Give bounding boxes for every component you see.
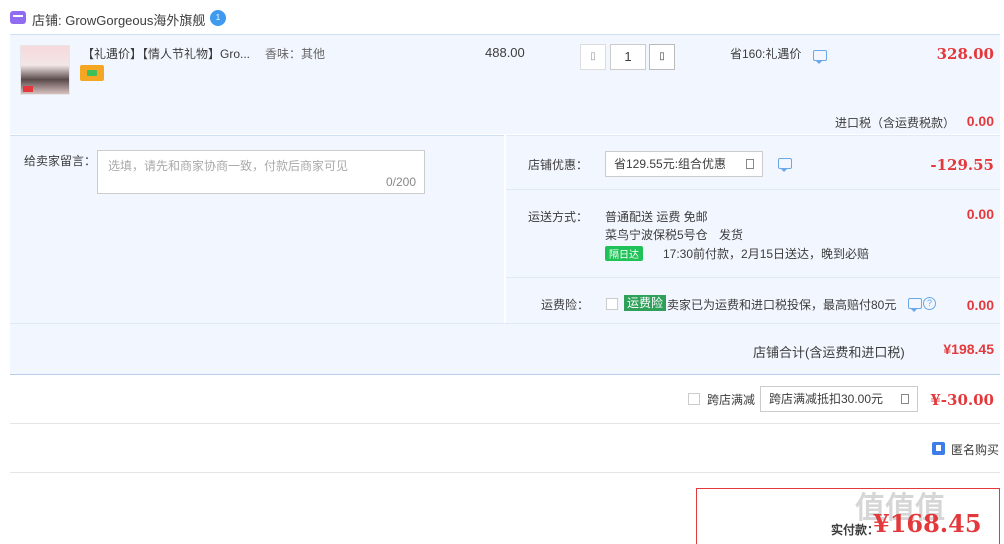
help-icon[interactable]: ? xyxy=(923,297,936,310)
shipping-row: 运送方式： 普通配送 运费 免邮 菜鸟宁波保税5号仓 发货 隔日达 17:30前… xyxy=(506,189,1000,277)
chevron-down-icon xyxy=(746,159,754,169)
payment-box: 值值值 实付款： ¥168.45 xyxy=(696,488,1000,544)
cross-store-label: 跨店满减 xyxy=(707,393,756,407)
product-sku: 香味：其他 xyxy=(265,47,326,61)
anonymous-checkbox[interactable] xyxy=(932,442,945,455)
message-placeholder: 选填，请先和商家协商一致，付款后商家可见 xyxy=(108,159,349,173)
message-section: 给卖家留言： 选填，请先和商家协商一致，付款后商家可见 0/200 xyxy=(10,135,504,323)
cross-store-value: ¥-30.00 xyxy=(930,391,994,409)
payment-value: ¥168.45 xyxy=(873,509,982,538)
cross-store-row: 跨店满减 跨店满减抵扣30.00元 ¥-30.00 xyxy=(10,376,1000,424)
message-textarea[interactable]: 选填，请先和商家协商一致，付款后商家可见 0/200 xyxy=(97,150,425,194)
message-label: 给卖家留言： xyxy=(24,154,97,168)
shipping-method: 普通配送 运费 免邮 xyxy=(605,210,708,224)
shop-total-row: 店铺合计(含运费和进口税) ¥198.45 xyxy=(10,323,1000,375)
payment-label: 实付款： xyxy=(831,523,880,537)
insurance-desc: 卖家已为运费和进口税投保，最高赔付80元 xyxy=(667,298,897,312)
shop-discount-value: -129.55 xyxy=(930,156,994,174)
import-tax-label: 进口税（含运费税款） xyxy=(835,116,956,130)
comment-icon[interactable] xyxy=(908,298,922,312)
line-total: 328.00 xyxy=(936,45,994,63)
shop-discount-selected: 省129.55元:组合优惠 xyxy=(614,157,727,171)
unit-price: 488.00 xyxy=(485,45,525,60)
shop-discount-label: 店铺优惠： xyxy=(528,158,589,172)
next-day-badge: 隔日达 xyxy=(605,246,643,261)
qty-decrease-button[interactable]: ▯ xyxy=(580,44,606,70)
product-thumbnail[interactable] xyxy=(20,45,70,95)
wangwang-icon[interactable]: 1 xyxy=(210,10,226,26)
shipping-warehouse: 菜鸟宁波保税5号仓 xyxy=(605,228,708,242)
shipping-ship-note: 发货 xyxy=(719,228,744,242)
insurance-badge: 运费险 xyxy=(624,295,667,311)
shipping-value: 0.00 xyxy=(966,206,994,222)
cross-store-select[interactable]: 跨店满减抵扣30.00元 xyxy=(760,386,918,412)
comment-icon[interactable] xyxy=(813,50,827,64)
shop-total-label: 店铺合计(含运费和进口税) xyxy=(753,345,905,360)
insurance-value: 0.00 xyxy=(966,297,994,313)
promo-label: 省160:礼遇价 xyxy=(730,47,802,61)
qty-increase-button[interactable]: ▯ xyxy=(649,44,675,70)
shop-header: 店铺: GrowGorgeous海外旗舰 1 xyxy=(0,0,1004,34)
shop-total-value: ¥198.45 xyxy=(943,341,994,357)
quantity-input[interactable]: 1 xyxy=(610,44,646,70)
comment-icon[interactable] xyxy=(778,158,792,172)
shipping-label: 运送方式： xyxy=(528,210,589,224)
anonymous-label[interactable]: 匿名购买 xyxy=(951,441,999,458)
insurance-row: 运费险： 运费险 卖家已为运费和进口税投保，最高赔付80元 ? 0.00 xyxy=(506,277,1000,323)
product-title[interactable]: 【礼遇价】【情人节礼物】Gro... xyxy=(82,45,250,62)
import-tax-value: 0.00 xyxy=(966,113,994,129)
shop-discount-select[interactable]: 省129.55元:组合优惠 xyxy=(605,151,763,177)
shop-discount-row: 店铺优惠： 省129.55元:组合优惠 -129.55 xyxy=(506,135,1000,189)
message-char-count: 0/200 xyxy=(385,175,416,189)
credit-card-icon xyxy=(80,65,104,81)
delivery-promise: 17:30前付款，2月15日送达，晚到必赔 xyxy=(663,247,870,261)
cross-store-selected: 跨店满减抵扣30.00元 xyxy=(769,392,884,406)
product-row: 【礼遇价】【情人节礼物】Gro... 香味：其他 488.00 ▯ 1 ▯ 省1… xyxy=(10,34,1000,134)
insurance-checkbox[interactable] xyxy=(606,298,618,310)
shop-name[interactable]: 店铺: GrowGorgeous海外旗舰 xyxy=(32,10,205,29)
insurance-label: 运费险： xyxy=(541,298,590,312)
shop-icon xyxy=(10,11,26,24)
chevron-down-icon xyxy=(901,394,909,404)
anonymous-row: 匿名购买 xyxy=(10,425,1000,473)
cross-store-checkbox[interactable] xyxy=(688,393,700,405)
